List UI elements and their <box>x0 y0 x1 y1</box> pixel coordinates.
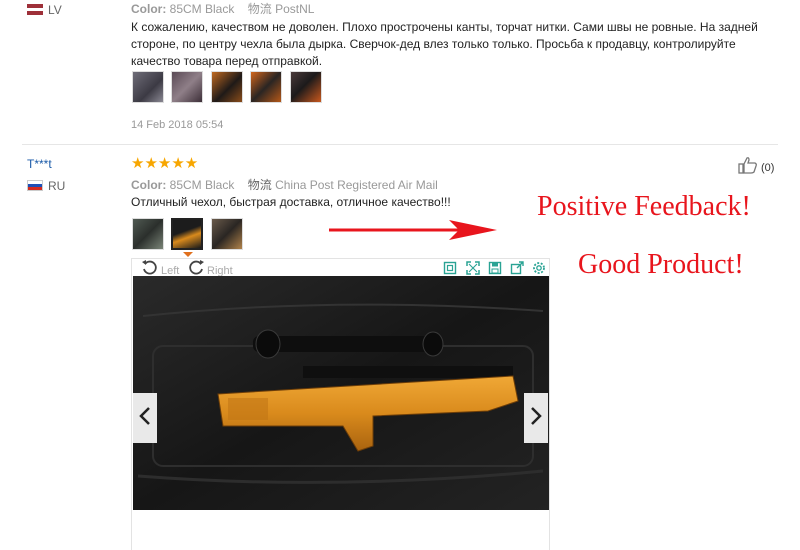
chevron-right-icon <box>530 406 542 431</box>
shipping-label: 物流 <box>247 2 272 16</box>
review-text: К сожалению, качеством не доволен. Плохо… <box>131 20 758 68</box>
review-photo-thumbnail[interactable] <box>211 71 243 103</box>
helpful-button[interactable]: (0) <box>738 156 774 179</box>
positive-feedback-callout: Positive Feedback! <box>537 191 751 222</box>
star-rating: ★★★★★ <box>131 155 199 172</box>
review-photo-thumbnail[interactable] <box>290 71 322 103</box>
selected-indicator-icon <box>183 252 193 257</box>
review-photo-thumbnail[interactable] <box>211 218 243 250</box>
review-date: 14 Feb 2018 05:54 <box>131 119 224 131</box>
rotate-right-label: Right <box>207 264 233 277</box>
good-product-callout: Good Product! <box>578 249 744 280</box>
fullscreen-icon[interactable] <box>466 261 480 275</box>
color-label: Color: <box>131 2 167 16</box>
review-photo-thumbnail[interactable] <box>132 218 164 250</box>
reviewer-country: RU <box>48 179 66 193</box>
chevron-left-icon <box>139 406 151 431</box>
review-photo-large <box>133 276 549 510</box>
helpful-count: (0) <box>761 161 775 174</box>
review-text: Отличный чехол, быстрая доставка, отличн… <box>131 195 451 209</box>
review-photo-thumbnail[interactable] <box>250 71 282 103</box>
settings-gear-icon[interactable] <box>532 261 546 275</box>
save-icon[interactable] <box>488 261 502 275</box>
color-label: Color: <box>131 178 167 192</box>
fit-screen-icon[interactable] <box>443 261 457 275</box>
flag-russia-icon <box>27 180 43 191</box>
previous-photo-button[interactable] <box>133 393 157 443</box>
thumbs-up-icon <box>738 156 758 179</box>
reviewer-country: LV <box>48 3 62 17</box>
reviewer-name[interactable]: T***t <box>27 157 52 171</box>
red-arrow-icon <box>329 218 499 247</box>
review-attributes: Color: 85CM Black 物流 PostNL <box>131 0 314 17</box>
shipping-value: China Post Registered Air Mail <box>275 178 438 192</box>
review-divider <box>22 144 778 145</box>
rotate-left-label: Left <box>161 264 180 277</box>
shipping-label: 物流 <box>247 178 272 192</box>
open-external-icon[interactable] <box>510 261 524 275</box>
shipping-value: PostNL <box>275 2 315 16</box>
flag-latvia-icon <box>27 4 43 15</box>
color-value: 85CM Black <box>169 178 235 192</box>
review-photo-thumbnail[interactable] <box>132 71 164 103</box>
review-photo-thumbnail-selected[interactable] <box>171 218 203 250</box>
next-photo-button[interactable] <box>524 393 548 443</box>
review-attributes: Color: 85CM Black 物流 China Post Register… <box>131 176 438 193</box>
review-photo-thumbnail[interactable] <box>171 71 203 103</box>
color-value: 85CM Black <box>169 2 235 16</box>
